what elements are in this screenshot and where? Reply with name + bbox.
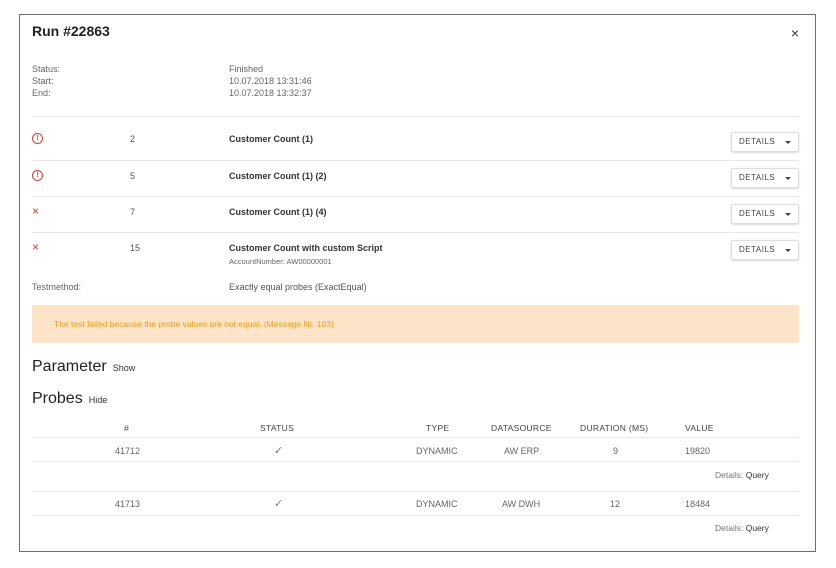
details-dropdown-button[interactable]: DETAILS — [731, 132, 799, 152]
start-label: Start: — [32, 76, 54, 86]
divider — [32, 116, 799, 117]
divider — [32, 160, 799, 161]
divider — [32, 491, 799, 492]
alert-text: The test failed because the probe values… — [54, 319, 334, 329]
result-name: Customer Count with custom Script — [229, 243, 383, 253]
column-header-status: STATUS — [260, 423, 295, 433]
caret-down-icon — [785, 141, 791, 144]
fail-x-icon: × — [32, 204, 40, 218]
probe-id: 41712 — [115, 446, 141, 456]
probe-duration: 12 — [610, 499, 621, 509]
parameter-section: Parameter Show — [32, 358, 135, 376]
warning-circle-icon: ! — [32, 133, 43, 144]
checkmark-icon: ✓ — [274, 445, 284, 457]
result-name: Customer Count (1) (4) — [229, 207, 327, 217]
caret-down-icon — [785, 177, 791, 180]
end-value: 10.07.2018 13:32:37 — [229, 88, 312, 98]
probe-details: Details: Query — [715, 522, 769, 534]
details-dropdown-button[interactable]: DETAILS — [731, 168, 799, 188]
parameter-show-link[interactable]: Show — [113, 363, 136, 373]
divider — [32, 515, 799, 516]
probes-title: Probes — [32, 390, 83, 407]
failure-alert: The test failed because the probe values… — [32, 305, 799, 343]
table-header-divider — [32, 437, 799, 438]
details-button-label: DETAILS — [739, 209, 776, 218]
probe-type: DYNAMIC — [416, 499, 458, 509]
divider — [32, 461, 799, 462]
probes-hide-link[interactable]: Hide — [89, 395, 108, 405]
divider — [32, 196, 799, 197]
run-dialog: Run #22863 × Status: Start: End: Finishe… — [19, 14, 816, 552]
query-link[interactable]: Query — [746, 470, 769, 480]
probes-section: Probes Hide — [32, 390, 107, 408]
probe-type: DYNAMIC — [416, 446, 458, 456]
parameter-title: Parameter — [32, 358, 107, 375]
probe-value: 18484 — [685, 499, 711, 509]
divider — [32, 232, 799, 233]
result-name: Customer Count (1) (2) — [229, 171, 327, 181]
probe-value: 19820 — [685, 446, 711, 456]
start-value: 10.07.2018 13:31:46 — [229, 76, 312, 86]
probe-id: 41713 — [115, 499, 141, 509]
probe-details: Details: Query — [715, 469, 769, 481]
fail-x-icon: × — [32, 240, 40, 254]
column-header-type: TYPE — [426, 423, 450, 433]
query-link[interactable]: Query — [746, 523, 769, 533]
testmethod-label: Testmethod: — [32, 282, 82, 292]
result-number: 7 — [130, 207, 136, 217]
status-label: Status: — [32, 64, 61, 74]
details-button-label: DETAILS — [739, 173, 776, 182]
end-label: End: — [32, 88, 51, 98]
column-header-id: # — [124, 423, 130, 433]
details-button-label: DETAILS — [739, 137, 776, 146]
details-label: Details: — [715, 470, 744, 480]
result-subtext: AccountNumber: AW00000001 — [229, 257, 332, 266]
dialog-title: Run #22863 — [32, 23, 110, 39]
probe-duration: 9 — [613, 446, 619, 456]
column-header-datasource: DATASOURCE — [491, 423, 552, 433]
result-number: 15 — [130, 243, 141, 253]
warning-circle-icon: ! — [32, 170, 43, 181]
column-header-value: VALUE — [685, 423, 714, 433]
caret-down-icon — [785, 213, 791, 216]
details-label: Details: — [715, 523, 744, 533]
column-header-duration: DURATION (MS) — [580, 423, 649, 433]
status-value: Finished — [229, 64, 264, 74]
probe-datasource: AW DWH — [502, 499, 541, 509]
caret-down-icon — [785, 249, 791, 252]
details-dropdown-button[interactable]: DETAILS — [731, 204, 799, 224]
close-icon[interactable]: × — [791, 26, 799, 40]
result-number: 5 — [130, 171, 136, 181]
details-dropdown-button[interactable]: DETAILS — [731, 240, 799, 260]
probe-datasource: AW ERP — [504, 446, 540, 456]
result-number: 2 — [130, 134, 136, 144]
testmethod-value: Exactly equal probes (ExactEqual) — [229, 282, 367, 292]
details-button-label: DETAILS — [739, 245, 776, 254]
checkmark-icon: ✓ — [274, 498, 284, 510]
result-name: Customer Count (1) — [229, 134, 313, 144]
